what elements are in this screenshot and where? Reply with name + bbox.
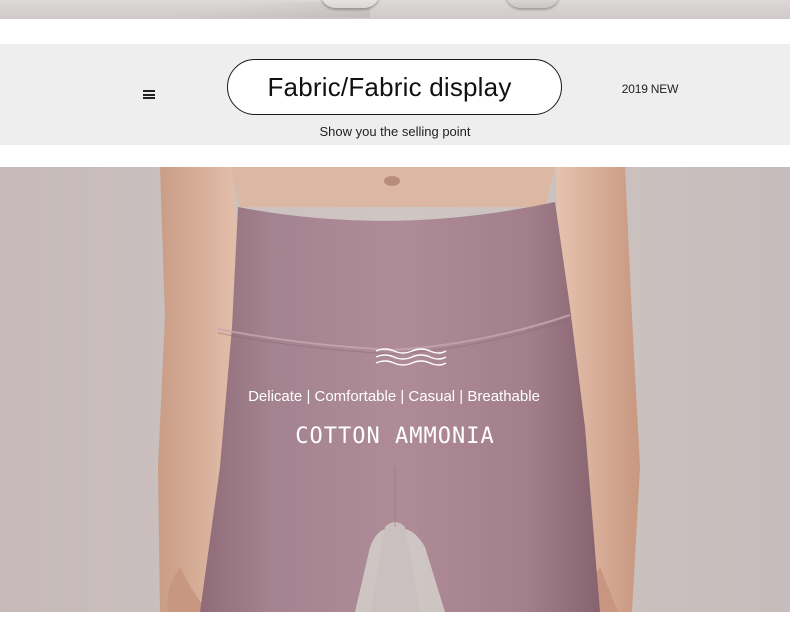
feature-list: Delicate | Comfortable | Casual | Breath…	[248, 388, 540, 405]
sneaker-right-image	[505, 0, 560, 8]
sneaker-left-image	[320, 0, 380, 8]
material-label: COTTON AMMONIA	[295, 424, 495, 449]
previous-photo-strip	[0, 0, 790, 19]
menu-icon[interactable]	[143, 90, 155, 99]
new-badge: 2019 NEW	[621, 82, 679, 96]
section-title: Fabric/Fabric display	[267, 72, 512, 102]
section-subtitle: Show you the selling point	[319, 124, 471, 139]
product-detail-page: Fabric/Fabric display Show you the selli…	[0, 0, 790, 621]
wave-icon	[375, 348, 447, 366]
